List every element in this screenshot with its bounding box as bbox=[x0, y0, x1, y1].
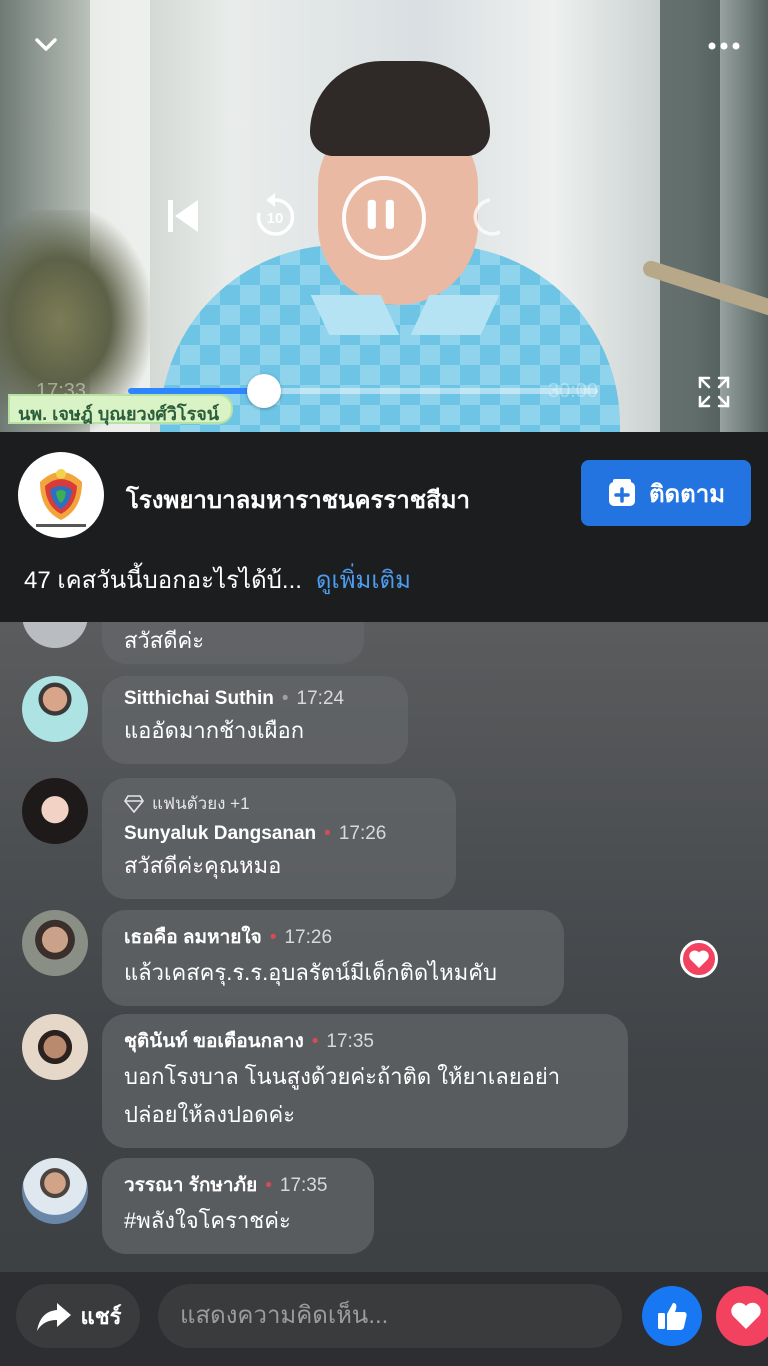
comment-bubble: วรรณา รักษาภัย • 17:35 #พลังใจโคราชค่ะ bbox=[102, 1158, 374, 1254]
comment-time: 17:26 bbox=[284, 927, 333, 948]
rewind-10-icon[interactable]: 10 bbox=[250, 188, 300, 244]
comment-bubble: แฟนตัวยง +1 Sunyaluk Dangsanan • 17:26 สวั… bbox=[102, 778, 456, 899]
commenter-avatar[interactable] bbox=[22, 910, 88, 976]
comment-text: #พลังใจโคราชค่ะ bbox=[124, 1208, 291, 1233]
speaker-name-banner: นพ. เจษฎ์ บุณยวงศ์วิโรจน์ bbox=[8, 394, 234, 424]
comment-bubble: Sitthichai Suthin • 17:24 แออัดมากช้างเผือ… bbox=[102, 676, 408, 764]
hospital-logo bbox=[36, 469, 86, 527]
comment-author[interactable]: เธอคือ ลมหายใจ bbox=[124, 927, 262, 948]
follow-plus-icon bbox=[608, 479, 635, 506]
floating-heart-reaction bbox=[680, 940, 718, 978]
comment-text: แออัดมากช้างเผือก bbox=[124, 718, 305, 743]
commenter-avatar[interactable] bbox=[22, 778, 88, 844]
commenter-avatar[interactable] bbox=[22, 676, 88, 742]
description-text: 47 เคสวันนี้บอกอะไรได้บ้... bbox=[24, 567, 302, 594]
previous-icon[interactable] bbox=[160, 188, 204, 244]
comment-time: 17:35 bbox=[326, 1031, 374, 1052]
share-button[interactable]: แชร์ bbox=[16, 1284, 140, 1348]
follow-button[interactable]: ติดตาม bbox=[581, 460, 751, 526]
video-description: 47 เคสวันนี้บอกอะไรได้บ้... ดูเพิ่มเติม bbox=[24, 560, 411, 599]
comment-text: สวัสดีค่ะคุณหมอ bbox=[124, 853, 282, 878]
more-icon[interactable] bbox=[704, 36, 744, 56]
video-player[interactable]: 10 17:33 30:00 นพ. เจษฎ์ บุณยวงศ์วิโรจน์ bbox=[0, 0, 768, 432]
page-avatar[interactable] bbox=[18, 452, 104, 538]
comment-time: 17:26 bbox=[338, 823, 387, 844]
page-name[interactable]: โรงพยาบาลมหาราชนครราชสีมา bbox=[126, 480, 470, 519]
forward-icon[interactable] bbox=[470, 188, 510, 244]
share-arrow-icon bbox=[36, 1303, 71, 1331]
comment-author[interactable]: Sunyaluk Dangsanan bbox=[124, 823, 316, 844]
comment-author[interactable]: วรรณา รักษาภัย bbox=[124, 1175, 257, 1196]
fan-badge: แฟนตัวยง +1 bbox=[124, 790, 434, 817]
comment-bubble: ชุตินันท์ ขอเตือนกลาง • 17:35 บอกโรงบาล โน… bbox=[102, 1014, 628, 1148]
comment-text: สวัสดีค่ะ bbox=[124, 628, 205, 653]
love-button[interactable] bbox=[716, 1286, 768, 1346]
fullscreen-icon[interactable] bbox=[696, 374, 732, 410]
svg-text:10: 10 bbox=[267, 210, 284, 227]
comment-author[interactable]: Sitthichai Suthin bbox=[124, 688, 274, 709]
chevron-down-icon[interactable] bbox=[32, 30, 60, 58]
page-info: โรงพยาบาลมหาราชนครราชสีมา ติดตาม 47 เคสว… bbox=[0, 432, 768, 622]
comment-text: ปล่อยให้ลงปอดค่ะ bbox=[124, 1102, 296, 1127]
pause-button[interactable] bbox=[342, 176, 426, 260]
commenter-avatar[interactable] bbox=[22, 622, 88, 648]
comment-bubble: เธอคือ ลมหายใจ • 17:26 แล้วเคสครุ.ร.ร.อุบล… bbox=[102, 910, 564, 1006]
like-icon bbox=[658, 1303, 687, 1330]
commenter-avatar[interactable] bbox=[22, 1014, 88, 1080]
comments-list[interactable]: สวัสดีค่ะ Sitthichai Suthin • 17:24 แออัดม… bbox=[0, 622, 768, 1272]
comment-text: แล้วเคสครุ.ร.ร.อุบลรัตน์มีเด็กติดไหมคับ bbox=[124, 960, 497, 985]
bottom-bar: แชร์ bbox=[0, 1272, 768, 1366]
comment-time: 17:24 bbox=[296, 688, 345, 709]
share-label: แชร์ bbox=[80, 1303, 122, 1329]
diamond-icon bbox=[124, 794, 144, 813]
like-button[interactable] bbox=[642, 1286, 702, 1346]
love-icon bbox=[731, 1302, 761, 1329]
comment-text: บอกโรงบาล โนนสูงด้วยค่ะถ้าติด ให้ยาเลยอย… bbox=[124, 1064, 561, 1089]
follow-label: ติดตาม bbox=[648, 480, 726, 508]
heart-icon bbox=[689, 950, 709, 968]
comment-bubble: สวัสดีค่ะ bbox=[102, 622, 364, 664]
comment-input[interactable] bbox=[158, 1284, 622, 1348]
commenter-avatar[interactable] bbox=[22, 1158, 88, 1224]
video-background-dark bbox=[660, 0, 720, 432]
pause-icon bbox=[367, 199, 394, 229]
badge-label: แฟนตัวยง +1 bbox=[152, 794, 250, 813]
comment-author[interactable]: ชุตินันท์ ขอเตือนกลาง bbox=[124, 1031, 304, 1052]
see-more-link[interactable]: ดูเพิ่มเติม bbox=[316, 567, 411, 594]
comment-time: 17:35 bbox=[279, 1175, 328, 1196]
